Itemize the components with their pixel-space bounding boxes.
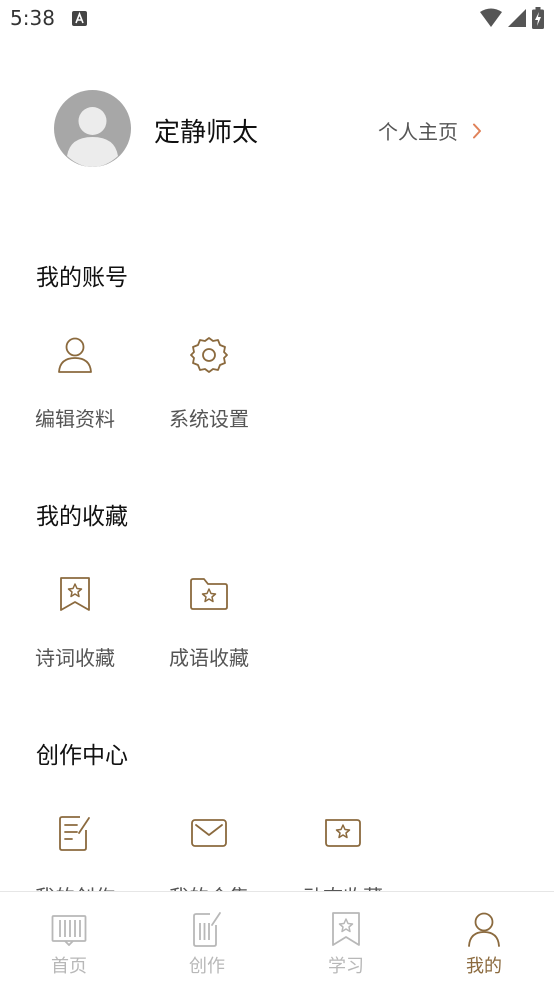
edit-profile-label: 编辑资料: [35, 407, 115, 431]
idiom-favorites-label: 成语收藏: [169, 646, 249, 670]
idiom-favorites-button[interactable]: 成语收藏: [149, 572, 269, 671]
envelope-icon: [191, 819, 227, 847]
status-time: 5:38: [10, 6, 55, 30]
edit-document-icon: [59, 816, 90, 851]
system-settings-button[interactable]: 系统设置: [149, 333, 269, 432]
home-books-icon: [51, 915, 87, 946]
tab-home-label: 首页: [51, 956, 87, 977]
notification-a-icon: [72, 11, 87, 26]
status-bar: 5:38: [0, 0, 554, 38]
homepage-link[interactable]: 个人主页: [378, 116, 482, 145]
gear-icon: [190, 337, 228, 373]
section-title-creation: 创作中心: [36, 743, 128, 769]
wifi-icon: [480, 8, 502, 27]
poetry-favorites-button[interactable]: 诗词收藏: [15, 572, 135, 671]
username: 定静师太: [154, 118, 259, 148]
default-avatar-icon: [67, 107, 118, 167]
person-icon: [468, 912, 500, 947]
poetry-favorites-label: 诗词收藏: [35, 646, 115, 670]
star-box-icon: [325, 819, 361, 847]
profile-header: 定静师太 个人主页: [0, 90, 554, 168]
battery-charging-icon: [532, 7, 544, 29]
study-bookmark-icon: [332, 912, 360, 946]
section-title-favorites: 我的收藏: [36, 504, 128, 530]
folder-star-icon: [190, 578, 228, 610]
tab-create[interactable]: 创作: [138, 892, 276, 984]
bottom-tab-bar: 首页 创作 学习 我的: [0, 891, 554, 984]
status-icons: [480, 7, 544, 29]
tab-study-label: 学习: [328, 956, 364, 977]
section-title-account: 我的账号: [36, 265, 128, 291]
system-settings-label: 系统设置: [169, 407, 249, 431]
avatar[interactable]: [54, 90, 131, 167]
tab-create-label: 创作: [189, 956, 225, 977]
user-outline-icon: [58, 337, 92, 373]
signal-icon: [508, 9, 526, 27]
tab-home[interactable]: 首页: [0, 892, 138, 984]
tab-mine[interactable]: 我的: [415, 892, 553, 984]
tab-mine-label: 我的: [466, 956, 502, 977]
edit-profile-button[interactable]: 编辑资料: [15, 333, 135, 432]
bookmark-star-icon: [60, 577, 90, 611]
chevron-right-icon: [473, 123, 481, 138]
create-edit-icon: [193, 912, 221, 947]
homepage-label: 个人主页: [378, 120, 458, 144]
tab-study[interactable]: 学习: [277, 892, 415, 984]
